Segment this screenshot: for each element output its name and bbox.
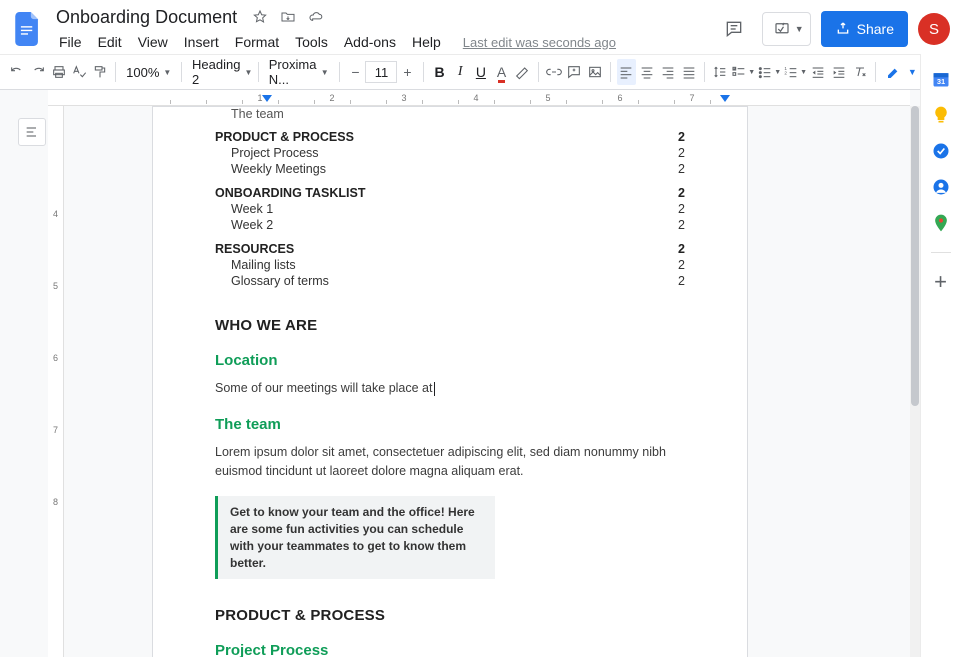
italic-button[interactable]: I — [451, 59, 470, 85]
maps-icon[interactable] — [926, 208, 956, 238]
menu-help[interactable]: Help — [405, 32, 448, 52]
contacts-icon[interactable] — [926, 172, 956, 202]
toc-item[interactable]: PRODUCT & PROCESS2 — [215, 129, 685, 145]
toc-item[interactable]: Week 22 — [215, 217, 685, 233]
font-dropdown[interactable]: Proxima N...▼ — [265, 59, 333, 85]
align-justify-icon[interactable] — [679, 59, 698, 85]
docs-logo[interactable] — [10, 11, 46, 47]
editing-mode-button[interactable]: ▼ — [882, 59, 921, 85]
increase-indent-icon[interactable] — [830, 59, 849, 85]
heading-team: The team — [215, 416, 685, 433]
toc-item[interactable]: Project Process2 — [215, 145, 685, 161]
underline-button[interactable]: U — [472, 59, 491, 85]
workspace: 4 5 6 7 8 The team PRODUCT & PROCESS2 Pr… — [0, 90, 920, 657]
align-right-icon[interactable] — [658, 59, 677, 85]
svg-text:31: 31 — [936, 77, 944, 86]
font-size-stepper[interactable]: − 11 + — [345, 60, 417, 84]
numbered-list-icon[interactable]: 12▼ — [783, 59, 807, 85]
toc-item[interactable]: ONBOARDING TASKLIST2 — [215, 185, 685, 201]
toc-item[interactable]: Week 12 — [215, 201, 685, 217]
document-page[interactable]: The team PRODUCT & PROCESS2 Project Proc… — [152, 106, 748, 657]
text-cursor — [434, 382, 435, 396]
avatar[interactable]: S — [918, 13, 950, 45]
toc-item[interactable]: Mailing lists2 — [215, 257, 685, 273]
menu-addons[interactable]: Add-ons — [337, 32, 403, 52]
menu-edit[interactable]: Edit — [91, 32, 129, 52]
spellcheck-icon[interactable] — [70, 59, 89, 85]
redo-icon[interactable] — [29, 59, 48, 85]
toc-item[interactable]: RESOURCES2 — [215, 241, 685, 257]
toc-item[interactable]: Glossary of terms2 — [215, 273, 685, 289]
insert-comment-icon[interactable] — [565, 59, 584, 85]
title-area: Onboarding Document File Edit View Inser… — [52, 5, 623, 53]
doc-title[interactable]: Onboarding Document — [52, 5, 241, 30]
paragraph-team: Lorem ipsum dolor sit amet, consectetuer… — [215, 443, 685, 481]
callout-box: Get to know your team and the office! He… — [215, 496, 495, 579]
star-icon[interactable] — [251, 8, 269, 26]
checklist-icon[interactable]: ▼ — [731, 59, 755, 85]
calendar-icon[interactable]: 31 — [926, 64, 956, 94]
vertical-scrollbar[interactable] — [910, 106, 920, 657]
heading-who-we-are: WHO WE ARE — [215, 317, 685, 334]
highlight-button[interactable] — [513, 59, 532, 85]
bulleted-list-icon[interactable]: ▼ — [757, 59, 781, 85]
heading-location: Location — [215, 352, 685, 369]
menu-file[interactable]: File — [52, 32, 89, 52]
text-color-button[interactable]: A — [492, 59, 511, 85]
menu-format[interactable]: Format — [228, 32, 286, 52]
heading-product-process: PRODUCT & PROCESS — [215, 607, 685, 624]
share-button[interactable]: Share — [821, 11, 908, 47]
insert-image-icon[interactable] — [586, 59, 605, 85]
scrollbar-thumb[interactable] — [911, 106, 919, 406]
comments-icon[interactable] — [716, 11, 752, 47]
tasks-icon[interactable] — [926, 136, 956, 166]
fontsize-increase[interactable]: + — [397, 60, 417, 84]
add-addon-icon[interactable]: + — [926, 267, 956, 297]
style-dropdown[interactable]: Heading 2▼ — [188, 59, 252, 85]
svg-text:2: 2 — [784, 71, 787, 76]
undo-icon[interactable] — [8, 59, 27, 85]
side-panel: 31 + — [920, 54, 960, 657]
vertical-ruler[interactable]: 4 5 6 7 8 — [48, 106, 64, 657]
clear-formatting-icon[interactable] — [850, 59, 869, 85]
toc-item-partial: The team — [215, 107, 685, 121]
line-spacing-icon[interactable] — [711, 59, 730, 85]
align-center-icon[interactable] — [638, 59, 657, 85]
document-outline-button[interactable] — [18, 118, 46, 146]
horizontal-ruler[interactable]: 1 2 3 4 5 6 7 — [48, 90, 910, 106]
toc-item[interactable]: Weekly Meetings2 — [215, 161, 685, 177]
menubar: File Edit View Insert Format Tools Add-o… — [52, 31, 623, 53]
fontsize-value[interactable]: 11 — [365, 61, 397, 83]
menu-view[interactable]: View — [131, 32, 175, 52]
toolbar: 100%▼ Heading 2▼ Proxima N...▼ − 11 + B … — [0, 54, 960, 90]
move-icon[interactable] — [279, 8, 297, 26]
paint-format-icon[interactable] — [91, 59, 110, 85]
header: Onboarding Document File Edit View Inser… — [0, 0, 960, 54]
last-edit[interactable]: Last edit was seconds ago — [456, 33, 623, 52]
fontsize-decrease[interactable]: − — [345, 60, 365, 84]
menu-insert[interactable]: Insert — [177, 32, 226, 52]
align-left-icon[interactable] — [617, 59, 636, 85]
heading-project-process: Project Process — [215, 642, 685, 657]
cloud-icon[interactable] — [307, 8, 325, 26]
menu-tools[interactable]: Tools — [288, 32, 335, 52]
paragraph-location: Some of our meetings will take place at — [215, 379, 685, 398]
decrease-indent-icon[interactable] — [809, 59, 828, 85]
zoom-dropdown[interactable]: 100%▼ — [122, 59, 175, 85]
keep-icon[interactable] — [926, 100, 956, 130]
insert-link-icon[interactable] — [544, 59, 563, 85]
present-button[interactable]: ▼ — [762, 12, 811, 46]
bold-button[interactable]: B — [430, 59, 449, 85]
share-label: Share — [857, 21, 894, 37]
print-icon[interactable] — [49, 59, 68, 85]
